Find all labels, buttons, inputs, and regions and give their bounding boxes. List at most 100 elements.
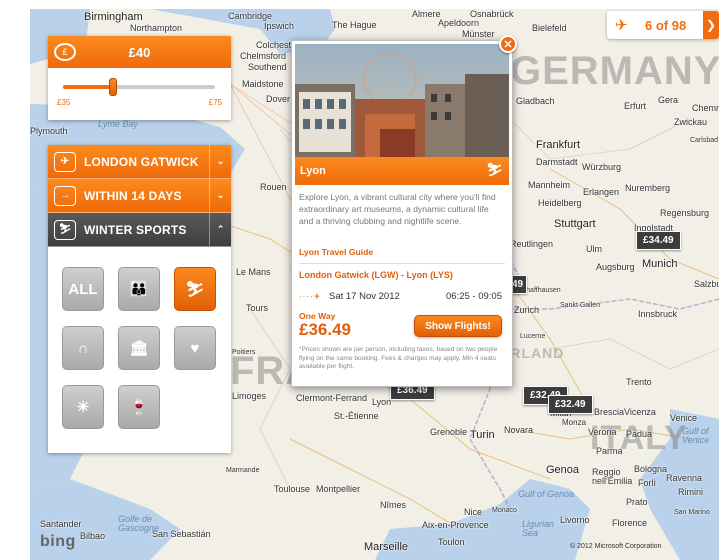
map-city-label: Grenoble xyxy=(430,427,468,437)
map-city-label: Frankfurt xyxy=(536,139,581,151)
map-city-label: Bologna xyxy=(634,464,668,474)
map-city-label: Vicenza xyxy=(624,407,656,417)
category-all-button[interactable]: ALL xyxy=(62,267,104,311)
map-city-label: Carlsbad xyxy=(690,137,719,144)
copyright-text: © 2012 Microsoft Corporation xyxy=(570,543,662,550)
map-city-label: Rouen xyxy=(260,182,287,192)
fare-price: £36.49 xyxy=(299,320,351,339)
map-city-label: Mannheim xyxy=(528,180,571,190)
next-result-button[interactable]: ❯ xyxy=(703,11,719,39)
filter-interest[interactable]: ⛷ WINTER SPORTS ⌃ xyxy=(48,213,231,247)
ski-icon: ⛷ xyxy=(185,281,205,298)
map-city-label: Lyon xyxy=(372,397,392,407)
map-city-label: Northampton xyxy=(130,23,183,33)
map-city-label: Southend xyxy=(248,62,287,72)
map-city-label: Zurich xyxy=(514,305,540,315)
category-romance-button[interactable]: ♥ xyxy=(174,326,216,370)
map-city-label: Marmande xyxy=(226,467,260,474)
map-city-label: Forlì xyxy=(638,478,656,488)
map-city-label: Montpellier xyxy=(316,484,361,494)
map-city-label: Almere xyxy=(412,9,441,19)
map-city-label: Regensburg xyxy=(660,208,710,218)
map-price-marker[interactable]: £34.49 xyxy=(636,231,681,250)
map-city-label: Gera xyxy=(658,95,679,105)
heart-icon: ♥ xyxy=(190,339,200,357)
map-city-label: Ravenna xyxy=(666,473,703,483)
map-city-label: Chelmsford xyxy=(240,51,287,61)
category-monument-button[interactable]: ∩ xyxy=(62,326,104,370)
category-wine-button[interactable]: 🍷 xyxy=(118,385,160,429)
category-family-button[interactable]: 👪 xyxy=(118,267,160,311)
map-city-label: Innsbruck xyxy=(638,309,678,319)
map-city-label: Cambridge xyxy=(228,11,273,21)
map-city-label: Erfurt xyxy=(624,101,647,111)
filter-departure[interactable]: ✈ LONDON GATWICK ⌄ xyxy=(48,145,231,179)
map-city-label: Reutlingen xyxy=(510,239,554,249)
travel-guide-link[interactable]: Lyon Travel Guide xyxy=(299,247,373,257)
map-city-label: Lucerne xyxy=(520,333,546,340)
map-city-label: Ulm xyxy=(586,244,602,254)
show-flights-button[interactable]: Show Flights! xyxy=(414,315,502,337)
map-city-label: Livorno xyxy=(560,515,590,525)
plane-icon: ✈ xyxy=(615,17,628,34)
map-city-label: Chemnitz xyxy=(692,103,719,113)
map-city-label: Padua xyxy=(626,429,653,439)
category-museum-button[interactable]: 🏛 xyxy=(118,326,160,370)
map-city-label: Gladbach xyxy=(516,96,555,106)
bing-logo: bing xyxy=(40,533,76,550)
sea-label: Ligurian Sea xyxy=(522,519,555,538)
ski-icon: ⛷ xyxy=(54,219,76,240)
map-city-label: Bielefeld xyxy=(532,23,567,33)
sea-label: Lyme Bay xyxy=(98,119,138,129)
flight-details: ····✈ Sat 17 Nov 2012 06:25 - 09:05 xyxy=(299,291,505,302)
map-city-label: Marseille xyxy=(364,541,409,553)
map-city-label: Nîmes xyxy=(380,500,407,510)
filter-label: LONDON GATWICK xyxy=(84,154,199,169)
map-city-label: Dover xyxy=(266,94,291,104)
ski-icon: ⛷ xyxy=(486,162,503,177)
map-city-label: Trento xyxy=(626,377,652,387)
price-slider-track[interactable] xyxy=(63,78,215,96)
filter-panel: ✈ LONDON GATWICK ⌄ → WITHIN 14 DAYS ⌄ ⛷ … xyxy=(48,145,231,453)
sea-label: Golfe de Gascogne xyxy=(118,514,160,533)
map-price-marker[interactable]: £32.49 xyxy=(548,395,593,414)
map-city-label: Münster xyxy=(462,29,495,39)
map-city-label: Apeldoorn xyxy=(438,18,480,28)
price-slider-thumb[interactable] xyxy=(109,78,118,96)
map-city-label: Le Mans xyxy=(236,267,271,277)
result-count: 6 of 98 xyxy=(645,17,687,33)
map-city-label: Santander xyxy=(40,519,82,529)
sea-label: Gulf of Genoa xyxy=(518,489,575,499)
map-city-label: St.-Étienne xyxy=(334,411,379,421)
map-city-label: Nice xyxy=(464,507,483,517)
wine-glass-icon: 🍷 xyxy=(129,399,149,416)
price-filter-panel: £ £40 £35 £75 xyxy=(48,36,231,120)
map-city-label: Sankt Gallen xyxy=(560,302,601,309)
country-label: GERMANY xyxy=(510,49,719,93)
map-city-label: Limoges xyxy=(232,391,267,401)
price-filter-header: £ £40 xyxy=(48,36,231,68)
map-city-label: Florence xyxy=(612,518,648,528)
category-ski-button[interactable]: ⛷ xyxy=(174,267,216,311)
divider xyxy=(299,263,505,264)
calendar-arrow-icon: → xyxy=(54,185,76,206)
map-city-label: Brescia xyxy=(594,407,625,417)
map-city-label: Monza xyxy=(562,418,587,427)
chevron-right-icon: ❯ xyxy=(705,18,717,32)
price-slider-max: £75 xyxy=(208,98,222,107)
map-city-label: Genoa xyxy=(546,464,580,476)
category-label: ALL xyxy=(68,280,98,298)
close-popup-button[interactable]: ✕ xyxy=(499,35,517,53)
map-city-label: Monaco xyxy=(492,507,517,514)
category-sun-button[interactable]: ☀ xyxy=(62,385,104,429)
destination-title: Lyon xyxy=(300,165,326,177)
map-city-label: Ipswich xyxy=(264,21,295,31)
filter-dates[interactable]: → WITHIN 14 DAYS ⌄ xyxy=(48,179,231,213)
price-slider-fill xyxy=(63,85,114,89)
destination-photo xyxy=(295,44,509,157)
map-city-label: Zwickau xyxy=(674,117,708,127)
map-city-label: Stuttgart xyxy=(554,218,596,230)
departure-plane-icon: ····✈ xyxy=(299,292,322,301)
map-city-label: The Hague xyxy=(332,20,377,30)
chevron-up-icon: ⌃ xyxy=(209,213,231,246)
